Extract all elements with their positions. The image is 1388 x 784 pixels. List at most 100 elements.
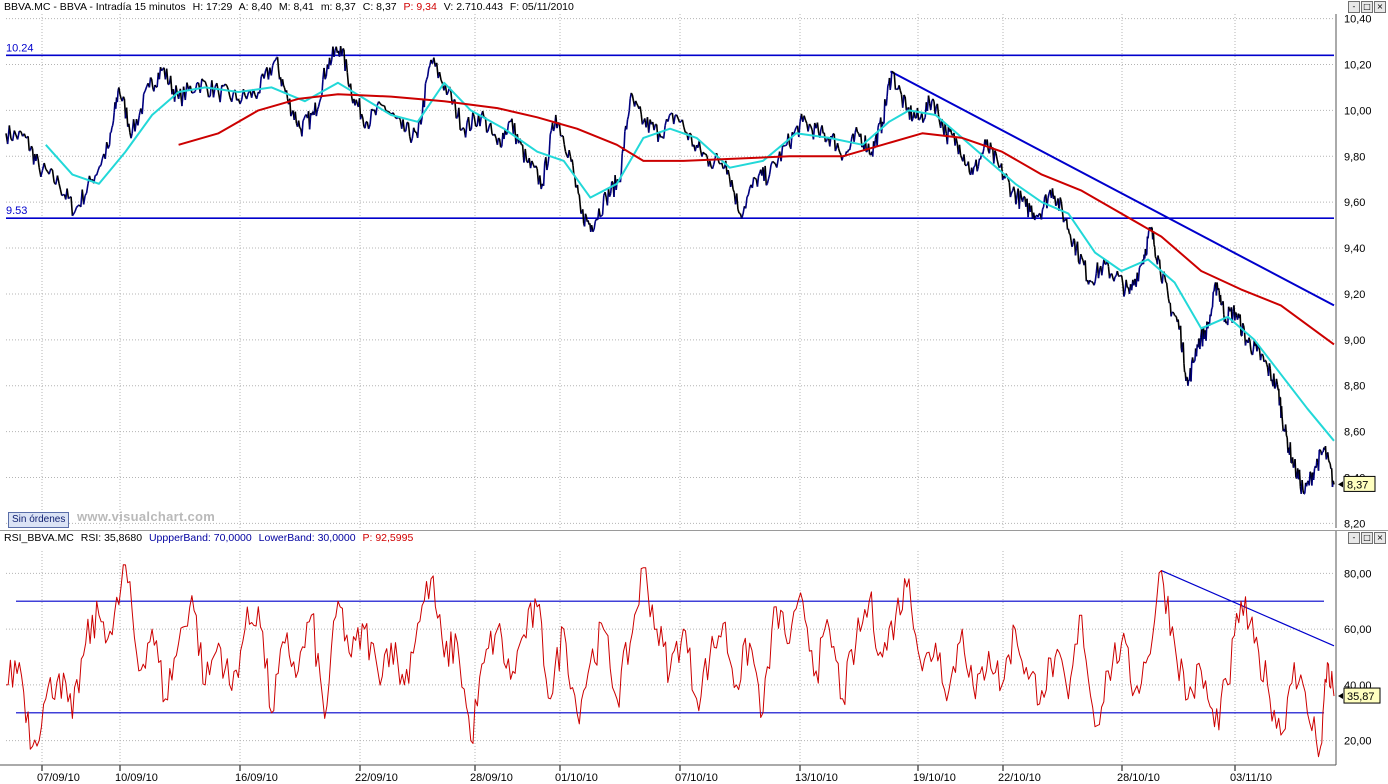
price-bar-segment bbox=[1299, 470, 1300, 487]
x-tick-label: 16/09/10 bbox=[235, 772, 278, 784]
price-bar-segment bbox=[1302, 480, 1303, 491]
price-bar-segment bbox=[167, 69, 168, 85]
price-bar-segment bbox=[225, 84, 227, 85]
price-bar-segment bbox=[891, 71, 892, 83]
price-bar-segment bbox=[59, 184, 60, 190]
price-bar-segment bbox=[931, 101, 932, 110]
price-bar-segment bbox=[331, 59, 332, 65]
price-bar-segment bbox=[1060, 197, 1061, 201]
rsi-y-axis: 80,0060,0040,0020,00 bbox=[1336, 531, 1372, 765]
rsi-panel[interactable]: RSI_BBVA.MC RSI: 35,8680 UppperBand: 70,… bbox=[0, 530, 1388, 784]
price-bar-segment bbox=[900, 90, 901, 94]
price-bar-segment bbox=[579, 195, 580, 205]
price-bar-segment bbox=[1200, 338, 1201, 349]
price-bar-segment bbox=[987, 139, 988, 150]
price-bar-segment bbox=[57, 176, 59, 184]
price-bar-segment bbox=[1214, 284, 1215, 291]
price-chart[interactable]: 10,4010,2010,009,809,609,409,209,008,808… bbox=[0, 0, 1388, 530]
price-bar-segment bbox=[171, 76, 172, 95]
rsi-x-axis: 07/09/1010/09/1016/09/1022/09/1028/09/10… bbox=[0, 765, 1336, 784]
price-bar-segment bbox=[1149, 227, 1150, 228]
price-bar-segment bbox=[142, 94, 143, 114]
price-bar-segment bbox=[795, 127, 796, 131]
price-bar-segment bbox=[1020, 191, 1021, 198]
price-bar-segment bbox=[1174, 313, 1175, 315]
price-bar-segment bbox=[746, 197, 747, 208]
price-bar-segment bbox=[733, 189, 734, 192]
price-bar-segment bbox=[1114, 277, 1115, 282]
sma-fast-line bbox=[46, 83, 1334, 441]
price-bar-segment bbox=[271, 65, 272, 75]
price-bar-segment bbox=[838, 143, 839, 149]
price-bar-segment bbox=[631, 93, 632, 95]
price-bar-segment bbox=[1236, 312, 1237, 315]
price-bar-segment bbox=[149, 77, 150, 87]
price-bar-segment bbox=[1124, 291, 1125, 296]
price-bar-segment bbox=[1056, 204, 1057, 206]
price-y-tick: 9,80 bbox=[1344, 151, 1365, 163]
price-y-tick: 9,60 bbox=[1344, 197, 1365, 209]
price-bar-segment bbox=[933, 99, 934, 102]
price-bar-segment bbox=[893, 72, 894, 73]
price-bar-segment bbox=[195, 83, 197, 92]
price-bar-segment bbox=[563, 136, 564, 145]
price-bar-segment bbox=[703, 152, 704, 154]
price-bar-segment bbox=[155, 85, 156, 87]
price-bar-segment bbox=[603, 195, 604, 215]
price-bar-segment bbox=[98, 166, 99, 170]
price-panel[interactable]: BBVA.MC - BBVA - Intradía 15 minutos H: … bbox=[0, 0, 1388, 530]
price-bar-segment bbox=[1173, 312, 1174, 313]
price-bar-segment bbox=[599, 208, 600, 216]
price-bar-segment bbox=[1038, 214, 1039, 217]
price-bar-segment bbox=[995, 151, 996, 154]
price-bar-segment bbox=[1166, 282, 1167, 283]
rsi-chart[interactable]: 80,0060,0040,0020,00 07/09/1010/09/1016/… bbox=[0, 531, 1388, 784]
price-bar-segment bbox=[347, 72, 348, 84]
price-bar-segment bbox=[960, 145, 961, 155]
price-bar-segment bbox=[722, 163, 723, 169]
price-bar-segment bbox=[1243, 323, 1244, 326]
price-bar-segment bbox=[674, 115, 675, 124]
price-bar-segment bbox=[1229, 307, 1230, 310]
price-bar-segment bbox=[1193, 361, 1194, 362]
price-bar-segment bbox=[1185, 372, 1186, 373]
price-bar-segment bbox=[456, 117, 457, 118]
price-bar-segment bbox=[278, 57, 279, 70]
price-bar-segment bbox=[322, 79, 323, 96]
watermark: www.visualchart.com bbox=[77, 509, 215, 524]
price-bar-segment bbox=[1090, 280, 1091, 282]
price-bar-segment bbox=[629, 99, 630, 111]
price-bar-segment bbox=[999, 167, 1000, 168]
price-bar-segment bbox=[1310, 472, 1311, 473]
price-bar-segment bbox=[755, 178, 756, 179]
price-bar-segment bbox=[468, 117, 469, 131]
price-bar-segment bbox=[162, 69, 163, 71]
price-bar-segment bbox=[71, 197, 72, 216]
price-bar-segment bbox=[108, 145, 109, 149]
price-bar-segment bbox=[359, 98, 360, 119]
price-bar-segment bbox=[578, 194, 579, 195]
price-bar-segment bbox=[977, 167, 978, 172]
price-bar-segment bbox=[766, 184, 767, 186]
price-bar-segment bbox=[151, 77, 152, 78]
price-bar-segment bbox=[1047, 198, 1048, 208]
price-trendline bbox=[890, 71, 1334, 305]
price-bar-segment bbox=[1293, 466, 1294, 468]
price-bar-segment bbox=[9, 125, 11, 138]
price-bar-segment bbox=[1179, 328, 1180, 329]
price-bar-segment bbox=[566, 152, 567, 156]
price-bar-segment bbox=[1280, 397, 1281, 398]
price-bar-segment bbox=[1023, 197, 1024, 202]
price-bar-segment bbox=[594, 221, 595, 229]
price-bar-segment bbox=[765, 166, 766, 185]
price-bar-segment bbox=[732, 180, 733, 189]
price-bar-segment bbox=[549, 135, 550, 155]
price-bar-segment bbox=[440, 72, 441, 80]
price-bar-segment bbox=[1286, 424, 1287, 435]
price-bar-segment bbox=[968, 161, 969, 172]
price-bar-segment bbox=[129, 124, 130, 133]
price-y-tick: 8,20 bbox=[1344, 518, 1365, 530]
orders-button[interactable]: Sin órdenes bbox=[8, 512, 69, 528]
price-bar-segment bbox=[1094, 282, 1095, 286]
price-bar-segment bbox=[85, 193, 86, 195]
